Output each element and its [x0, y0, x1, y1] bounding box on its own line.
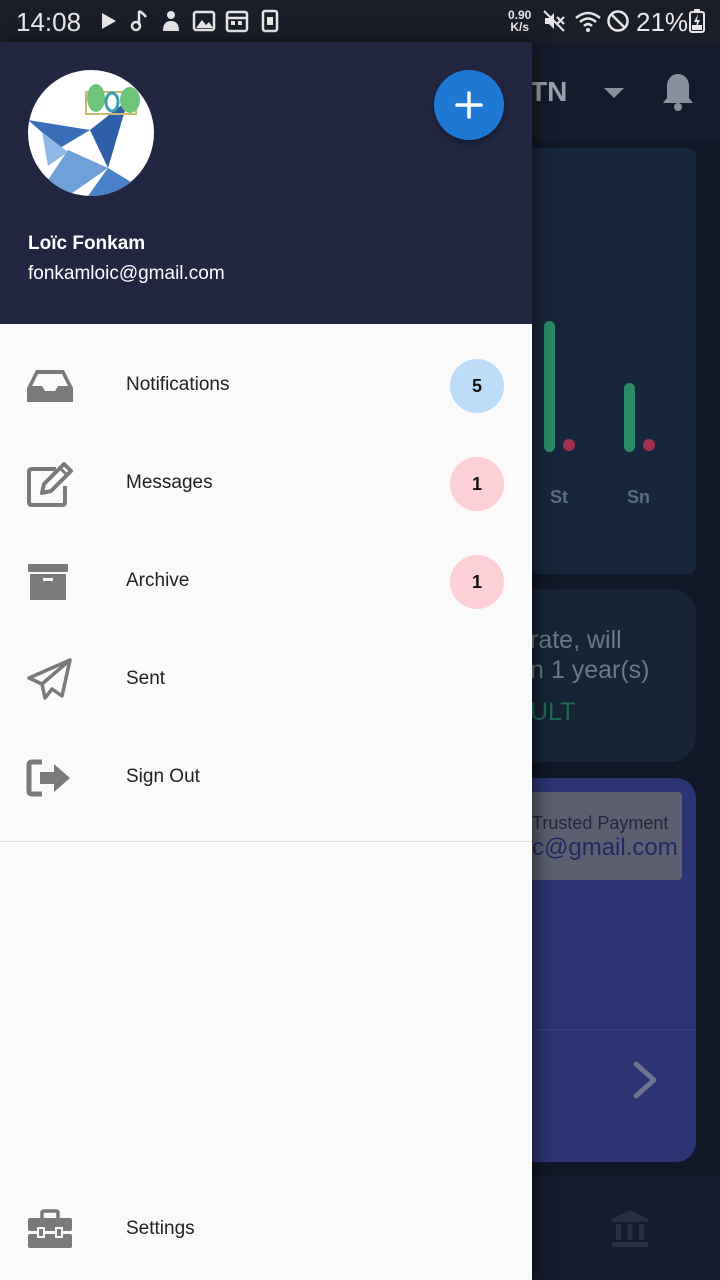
- menu-item-archive[interactable]: Archive 1: [0, 533, 532, 631]
- network-speed: 0.90 K/s: [508, 9, 531, 33]
- chart-dot: [643, 439, 655, 451]
- chart-bar: [544, 321, 555, 452]
- menu-label-sent: Sent: [126, 668, 166, 689]
- bell-icon[interactable]: [660, 72, 696, 112]
- badge-archive: 1: [450, 555, 504, 609]
- loan-text-line2: n 1 year(s): [530, 656, 650, 684]
- calendar-icon: [225, 10, 249, 33]
- chart-bar: [624, 383, 635, 452]
- currency-label[interactable]: TN: [530, 76, 567, 108]
- archive-icon: [28, 564, 68, 600]
- bank-icon[interactable]: [610, 1208, 650, 1248]
- drawer-divider: [0, 841, 532, 842]
- payment-email: c@gmail.com: [532, 834, 678, 861]
- menu-label-sign-out: Sign Out: [126, 766, 200, 787]
- chart-day-label: St: [550, 487, 568, 507]
- badge-notifications: 5: [450, 359, 504, 413]
- battery-percent: 21%: [636, 7, 689, 37]
- navigation-drawer: Loïc Fonkam fonkamloic@gmail.com Notific…: [0, 42, 532, 1280]
- menu-item-settings[interactable]: Settings: [0, 1181, 532, 1279]
- menu-label-archive: Archive: [126, 570, 190, 591]
- status-bar: 14:08 0.90 K/s 21%: [0, 0, 720, 42]
- send-icon: [27, 658, 72, 700]
- avatar[interactable]: [28, 70, 154, 196]
- plus-icon: [455, 91, 483, 119]
- menu-item-messages[interactable]: Messages 1: [0, 435, 532, 533]
- do-not-disturb-icon: [607, 10, 629, 32]
- menu-item-sent[interactable]: Sent: [0, 631, 532, 729]
- menu-label-messages: Messages: [126, 472, 213, 493]
- loan-text-line1: rate, will: [530, 626, 622, 654]
- chart-day-label: Sn: [627, 487, 651, 507]
- menu-label-settings: Settings: [126, 1218, 195, 1239]
- loan-result-text: ULT: [530, 698, 576, 726]
- inbox-icon: [27, 370, 73, 402]
- add-button[interactable]: [434, 70, 504, 140]
- drawer-header: Loïc Fonkam fonkamloic@gmail.com: [0, 42, 532, 324]
- sign-out-icon: [26, 759, 70, 797]
- battery-charging-icon: [689, 9, 705, 33]
- payment-title: Trusted Payment: [532, 813, 669, 833]
- music-note-icon: [130, 9, 147, 32]
- user-email: fonkamloic@gmail.com: [28, 263, 225, 284]
- menu-item-sign-out[interactable]: Sign Out: [0, 729, 532, 827]
- sim-icon: [261, 9, 279, 33]
- badge-messages: 1: [450, 457, 504, 511]
- chart-dot: [563, 439, 575, 451]
- menu-label-notifications: Notifications: [126, 374, 230, 395]
- dropdown-arrow-icon[interactable]: [604, 88, 624, 98]
- image-icon: [192, 10, 216, 32]
- user-name: Loïc Fonkam: [28, 233, 146, 254]
- payment-divider: [532, 1029, 696, 1030]
- avatar-logo-icon: [28, 84, 154, 196]
- wifi-icon: [575, 11, 601, 32]
- network-speed-unit: K/s: [510, 20, 530, 34]
- chevron-right-icon[interactable]: [630, 1060, 660, 1100]
- status-time: 14:08: [16, 7, 82, 37]
- menu-item-notifications[interactable]: Notifications 5: [0, 337, 532, 435]
- play-icon: [102, 13, 116, 29]
- toolbox-icon: [28, 1209, 72, 1248]
- edit-icon: [27, 462, 73, 507]
- mute-icon: [543, 10, 565, 32]
- app-icon: [163, 11, 179, 31]
